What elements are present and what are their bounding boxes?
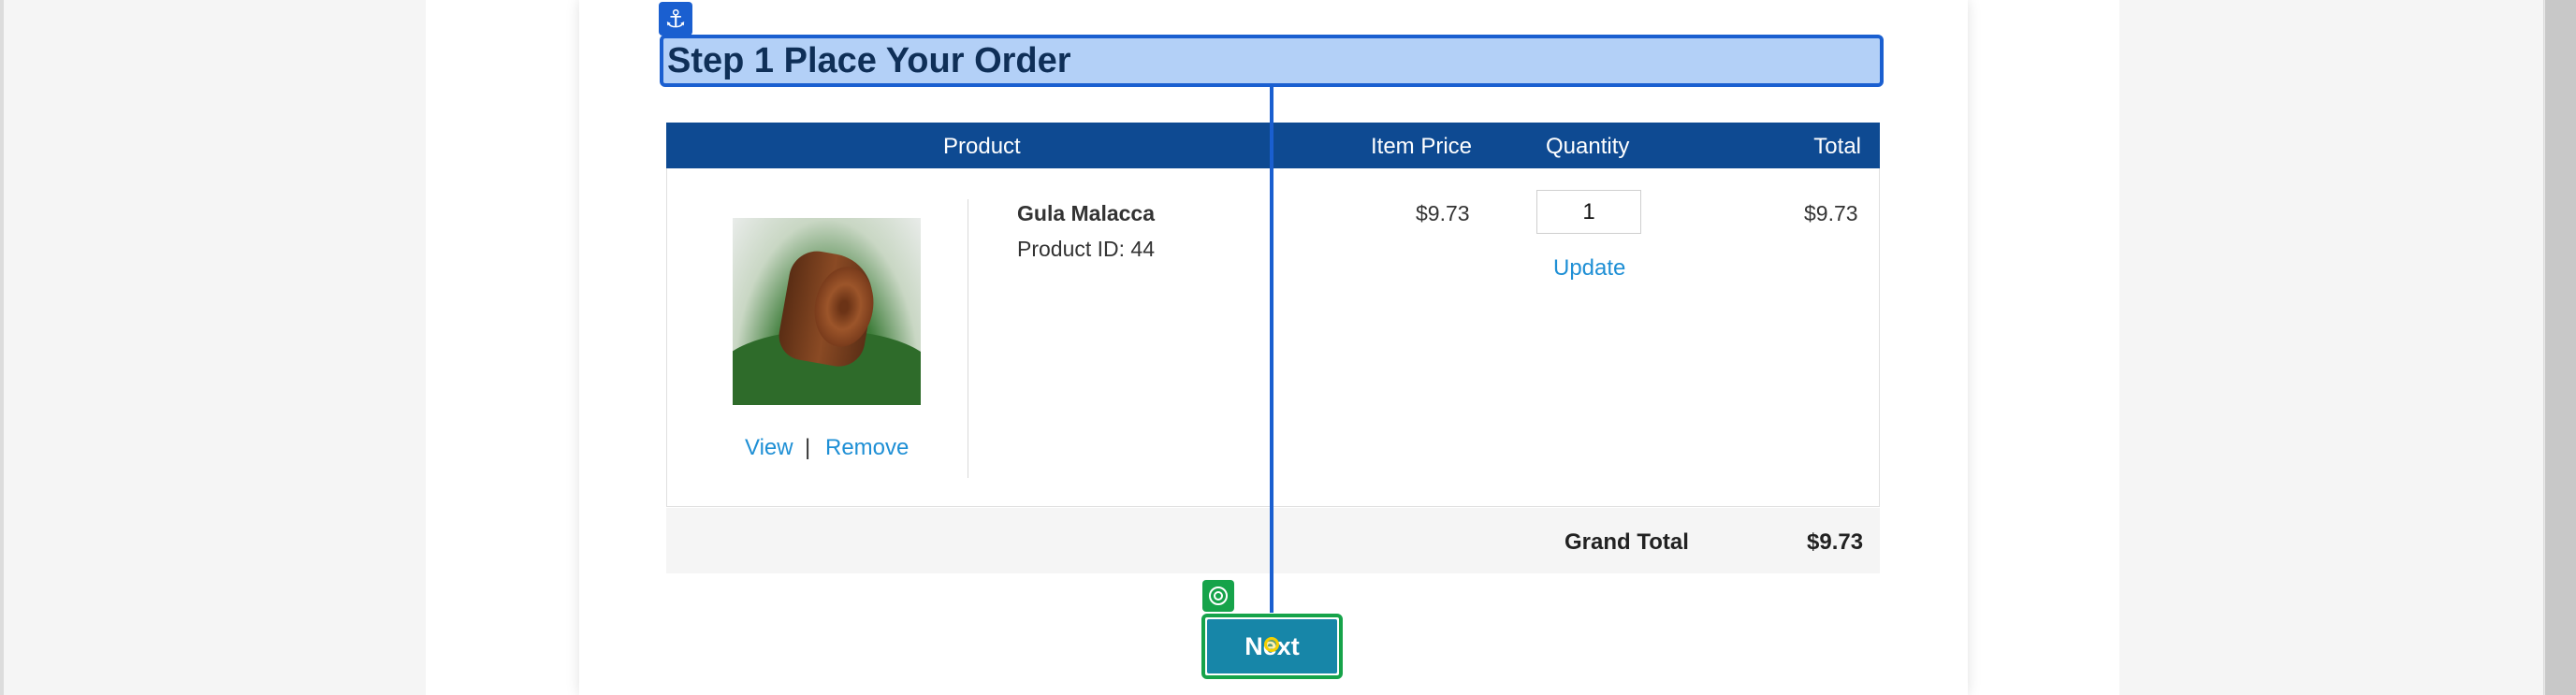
remove-link[interactable]: Remove bbox=[825, 435, 909, 461]
grand-total-label: Grand Total bbox=[1565, 529, 1689, 555]
update-link[interactable]: Update bbox=[1553, 255, 1625, 282]
product-image[interactable] bbox=[733, 218, 921, 405]
header-quantity: Quantity bbox=[1546, 134, 1630, 159]
target-icon bbox=[1202, 580, 1234, 612]
step-title: Step 1 Place Your Order bbox=[660, 35, 1884, 87]
quantity-input[interactable] bbox=[1536, 190, 1641, 234]
grand-total-value: $9.73 bbox=[1807, 529, 1864, 555]
product-id: Product ID: 44 bbox=[1017, 237, 1156, 261]
target-ring-inner bbox=[1214, 591, 1223, 601]
header-product: Product bbox=[943, 134, 1021, 159]
cursor-indicator bbox=[1264, 637, 1279, 652]
product-name: Gula Malacca bbox=[1017, 201, 1156, 225]
anchor-icon: ⚓ bbox=[659, 2, 692, 36]
header-item-price: Item Price bbox=[1371, 134, 1473, 159]
highlight-connector bbox=[1270, 87, 1273, 613]
view-link[interactable]: View bbox=[745, 435, 793, 461]
scrollbar-thumb[interactable] bbox=[2545, 0, 2576, 695]
left-edge bbox=[0, 0, 4, 695]
item-price: $9.73 bbox=[1416, 201, 1470, 225]
row-total: $9.73 bbox=[1804, 201, 1858, 225]
header-total: Total bbox=[1813, 134, 1861, 159]
link-separator: | bbox=[805, 435, 811, 460]
